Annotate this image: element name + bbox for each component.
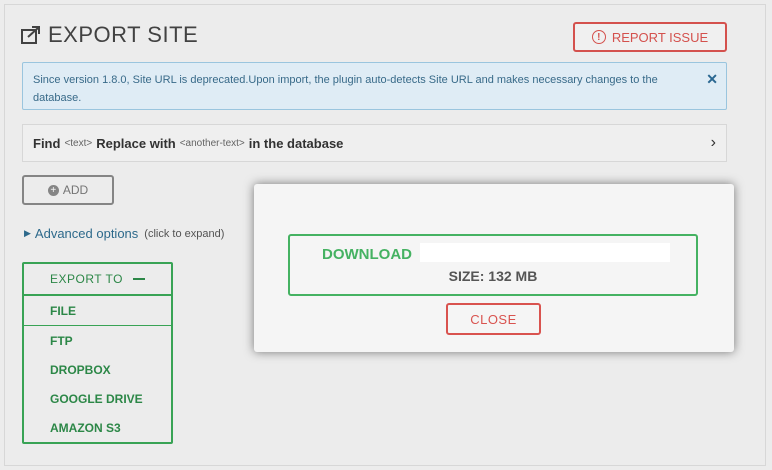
download-link[interactable]: DOWNLOAD bbox=[322, 246, 412, 263]
download-box[interactable]: DOWNLOAD SIZE: 132 MB bbox=[288, 234, 698, 296]
page: EXPORT SITE ! REPORT ISSUE Since version… bbox=[0, 0, 772, 470]
download-filename-redacted bbox=[420, 243, 670, 262]
download-modal: DOWNLOAD SIZE: 132 MB CLOSE bbox=[254, 184, 734, 352]
close-button[interactable]: CLOSE bbox=[446, 303, 541, 335]
download-size: SIZE: 132 MB bbox=[448, 268, 538, 284]
